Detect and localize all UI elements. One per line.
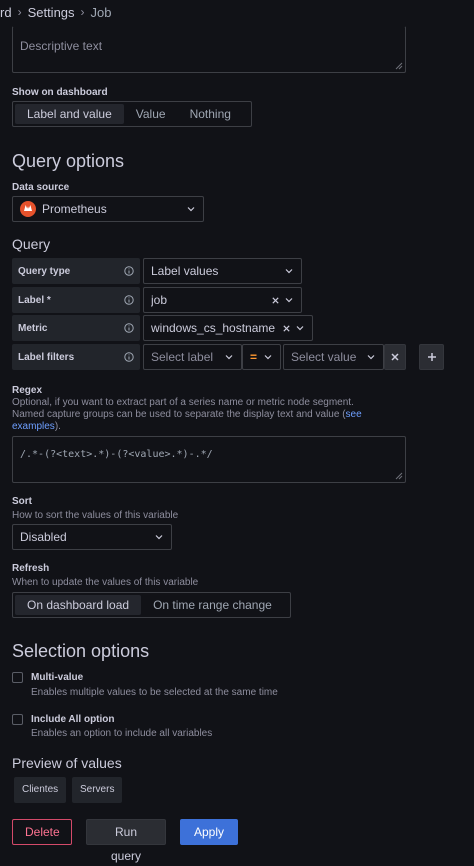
info-icon[interactable] (124, 323, 134, 333)
plus-icon (427, 353, 436, 361)
multi-value-label[interactable]: Multi-value (31, 672, 83, 683)
label-select[interactable]: job (143, 287, 302, 313)
chevron-down-icon (285, 298, 293, 303)
delete-button[interactable]: Delete (12, 819, 72, 845)
show-on-dashboard-radio-group: Label and value Value Nothing (12, 101, 252, 127)
query-title: Query (12, 236, 51, 252)
chevron-down-icon (155, 535, 163, 540)
chevron-down-icon (296, 326, 304, 331)
label-filters-label: Label filters (12, 344, 140, 370)
run-query-button[interactable]: Run query (86, 819, 166, 863)
show-on-dashboard-label: Show on dashboard (12, 87, 108, 98)
description-placeholder: Descriptive text (20, 39, 103, 53)
include-all-description: Enables an option to include all variabl… (31, 728, 213, 739)
filter-operator-select[interactable]: = (242, 344, 281, 370)
label-field-label-text: Label * (18, 294, 51, 306)
chevron-down-icon (264, 355, 272, 360)
preview-value-chip: Servers (72, 777, 123, 803)
regex-see-link[interactable]: see (346, 409, 362, 420)
filter-label-placeholder: Select label (151, 350, 214, 364)
filter-value-select[interactable]: Select value (283, 344, 384, 370)
regex-input[interactable]: /.*-(?<text>.*)-(?<value>.*)-.*/ (12, 436, 406, 483)
resize-handle-icon[interactable] (395, 62, 403, 70)
selection-options-title: Selection options (12, 641, 150, 661)
breadcrumb-current: Job (90, 4, 112, 20)
option-on-dashboard-load[interactable]: On dashboard load (15, 595, 142, 615)
query-type-label-text: Query type (18, 265, 71, 277)
data-source-label: Data source (12, 182, 70, 193)
chevron-down-icon (225, 355, 233, 360)
label-field-label: Label * (12, 287, 140, 313)
regex-examples-link[interactable]: examples (12, 421, 55, 432)
breadcrumb-dashboard[interactable]: rd (0, 5, 12, 20)
info-icon[interactable] (124, 352, 134, 362)
filter-label-select[interactable]: Select label (143, 344, 242, 370)
sort-label: Sort (12, 496, 32, 507)
refresh-description: When to update the values of this variab… (12, 577, 199, 588)
regex-desc-end: ). (54, 421, 61, 432)
option-value[interactable]: Value (124, 104, 178, 124)
chevron-down-icon (367, 355, 375, 360)
metric-label-text: Metric (18, 322, 48, 334)
regex-label: Regex (12, 385, 43, 396)
chevron-down-icon (285, 269, 293, 274)
query-type-select[interactable]: Label values (143, 258, 302, 284)
remove-filter-button[interactable] (384, 344, 406, 370)
chevron-down-icon (187, 207, 195, 212)
metric-label: Metric (12, 315, 140, 341)
clear-icon[interactable] (282, 324, 291, 333)
info-icon[interactable] (124, 295, 134, 305)
add-filter-button[interactable] (419, 344, 444, 370)
refresh-radio-group: On dashboard load On time range change (12, 592, 291, 618)
refresh-label: Refresh (12, 563, 50, 574)
info-icon[interactable] (124, 266, 134, 276)
breadcrumb: rd › Settings › Job (0, 0, 112, 24)
query-type-label: Query type (12, 258, 140, 284)
query-options-title: Query options (12, 151, 125, 171)
label-value: job (151, 293, 168, 307)
sort-select[interactable]: Disabled (12, 524, 172, 550)
data-source-select[interactable]: Prometheus (12, 196, 204, 222)
description-textarea[interactable]: Descriptive text (12, 26, 406, 73)
close-icon (391, 353, 399, 361)
preview-title: Preview of values (12, 755, 122, 771)
sort-value: Disabled (20, 530, 67, 544)
data-source-value: Prometheus (42, 202, 107, 216)
regex-desc-line1: Optional, if you want to extract part of… (12, 397, 354, 408)
metric-select[interactable]: windows_cs_hostname (143, 315, 313, 341)
clear-icon[interactable] (271, 296, 280, 305)
regex-desc-line2: Named capture groups can be used to sepa… (12, 409, 346, 420)
prometheus-icon (20, 201, 36, 217)
filter-value-placeholder: Select value (291, 350, 357, 364)
breadcrumb-settings[interactable]: Settings (28, 5, 75, 20)
regex-description: Optional, if you want to extract part of… (12, 397, 392, 433)
filter-operator-value: = (250, 350, 258, 364)
query-type-value: Label values (151, 264, 219, 278)
apply-button[interactable]: Apply (180, 819, 238, 845)
include-all-label[interactable]: Include All option (31, 714, 115, 725)
label-filters-label-text: Label filters (18, 351, 75, 363)
metric-value: windows_cs_hostname (151, 321, 276, 335)
include-all-checkbox[interactable] (12, 714, 23, 725)
resize-handle-icon[interactable] (395, 472, 403, 480)
option-on-time-range-change[interactable]: On time range change (141, 595, 284, 615)
preview-value-chip: Clientes (14, 777, 67, 803)
sort-description: How to sort the values of this variable (12, 510, 179, 521)
breadcrumb-separator-icon: › (17, 5, 22, 19)
option-label-and-value[interactable]: Label and value (15, 104, 124, 124)
multi-value-description: Enables multiple values to be selected a… (31, 687, 278, 698)
regex-value: /.*-(?<text>.*)-(?<value>.*)-.*/ (20, 449, 213, 460)
breadcrumb-separator-icon: › (80, 5, 85, 19)
multi-value-checkbox[interactable] (12, 672, 23, 683)
option-nothing[interactable]: Nothing (178, 104, 243, 124)
